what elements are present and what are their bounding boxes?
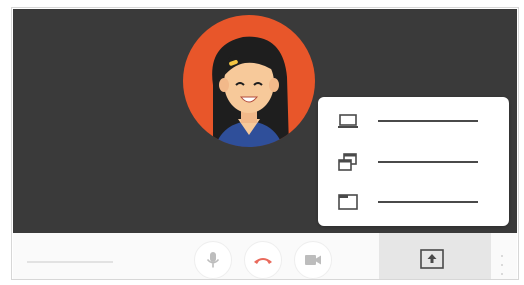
present-a-tab-option[interactable]: [336, 190, 496, 214]
microphone-button[interactable]: [194, 241, 232, 279]
more-vertical-icon: [501, 255, 503, 257]
present-now-panel: [379, 233, 491, 279]
present-entire-screen-option[interactable]: [336, 109, 496, 133]
menu-item-label: [378, 161, 478, 163]
present-a-window-option[interactable]: [336, 150, 496, 174]
present-now-button[interactable]: [418, 247, 446, 271]
windows-icon: [338, 153, 357, 171]
more-options-button[interactable]: [499, 255, 505, 275]
camera-button[interactable]: [294, 241, 332, 279]
video-stage: [13, 9, 517, 233]
microphone-icon: [206, 252, 220, 268]
menu-item-label: [378, 201, 478, 203]
menu-item-label: [378, 120, 478, 122]
meeting-details-placeholder: [27, 261, 113, 263]
tab-icon: [338, 194, 358, 210]
user-avatar: [183, 15, 315, 147]
call-toolbar: [13, 233, 517, 279]
present-screen-icon: [420, 249, 444, 269]
meeting-window: [11, 7, 519, 280]
present-options-menu: [318, 97, 509, 226]
camera-icon: [305, 255, 321, 265]
laptop-icon: [338, 114, 358, 128]
hang-up-icon: [254, 258, 272, 264]
hang-up-button[interactable]: [244, 241, 282, 279]
